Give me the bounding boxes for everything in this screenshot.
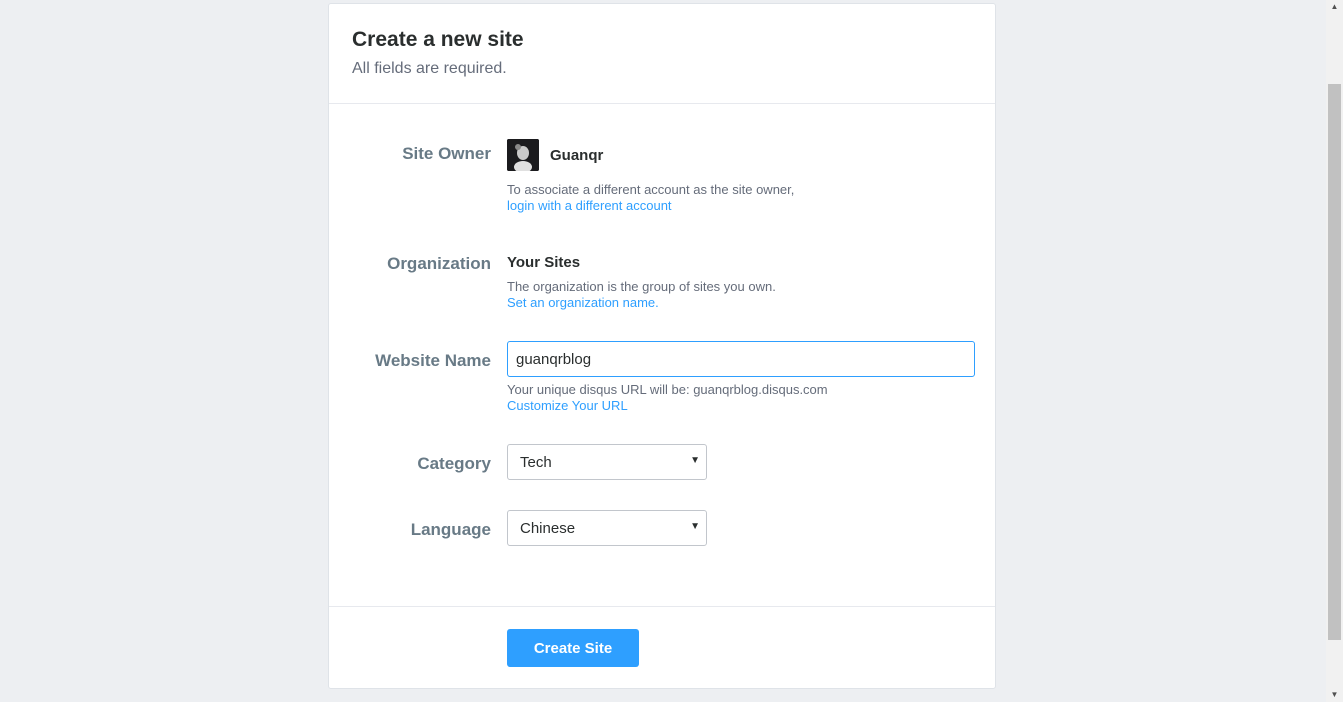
login-different-account-link[interactable]: login with a different account [507, 198, 672, 214]
category-label: Category [417, 454, 491, 473]
site-owner-help: To associate a different account as the … [507, 182, 795, 197]
website-name-label: Website Name [375, 351, 491, 370]
organization-name: Your Sites [507, 254, 581, 271]
page: Create a new site All fields are require… [0, 0, 1343, 702]
caret-down-icon: ▼ [690, 455, 700, 466]
organization-label: Organization [387, 254, 491, 273]
category-select[interactable]: Tech ▼ [507, 444, 707, 480]
website-name-input[interactable] [507, 341, 975, 377]
organization-help: The organization is the group of sites y… [507, 279, 776, 294]
create-site-button[interactable]: Create Site [507, 629, 639, 667]
scrollbar-thumb[interactable] [1328, 84, 1341, 640]
card-header: Create a new site All fields are require… [329, 4, 995, 104]
language-label: Language [410, 520, 491, 539]
page-subtitle: All fields are required. [352, 60, 507, 77]
website-url-help: Your unique disqus URL will be: guanqrbl… [507, 382, 828, 397]
scroll-up-icon[interactable]: ▲ [1326, 0, 1343, 14]
card-footer: Create Site [329, 606, 995, 689]
customize-url-link[interactable]: Customize Your URL [507, 398, 628, 414]
caret-down-icon: ▼ [690, 521, 700, 532]
site-owner-label: Site Owner [402, 144, 491, 163]
vertical-scrollbar[interactable]: ▲ ▼ [1326, 0, 1343, 702]
language-selected-value: Chinese [520, 520, 576, 537]
scroll-down-icon[interactable]: ▼ [1326, 688, 1343, 702]
create-site-card: Create a new site All fields are require… [328, 3, 996, 689]
set-organization-name-link[interactable]: Set an organization name. [507, 295, 659, 311]
page-title: Create a new site [352, 28, 524, 51]
category-selected-value: Tech [520, 454, 552, 471]
owner-avatar [507, 139, 539, 171]
owner-name: Guanqr [550, 147, 604, 164]
language-select[interactable]: Chinese ▼ [507, 510, 707, 546]
avatar-image-icon [507, 139, 539, 171]
